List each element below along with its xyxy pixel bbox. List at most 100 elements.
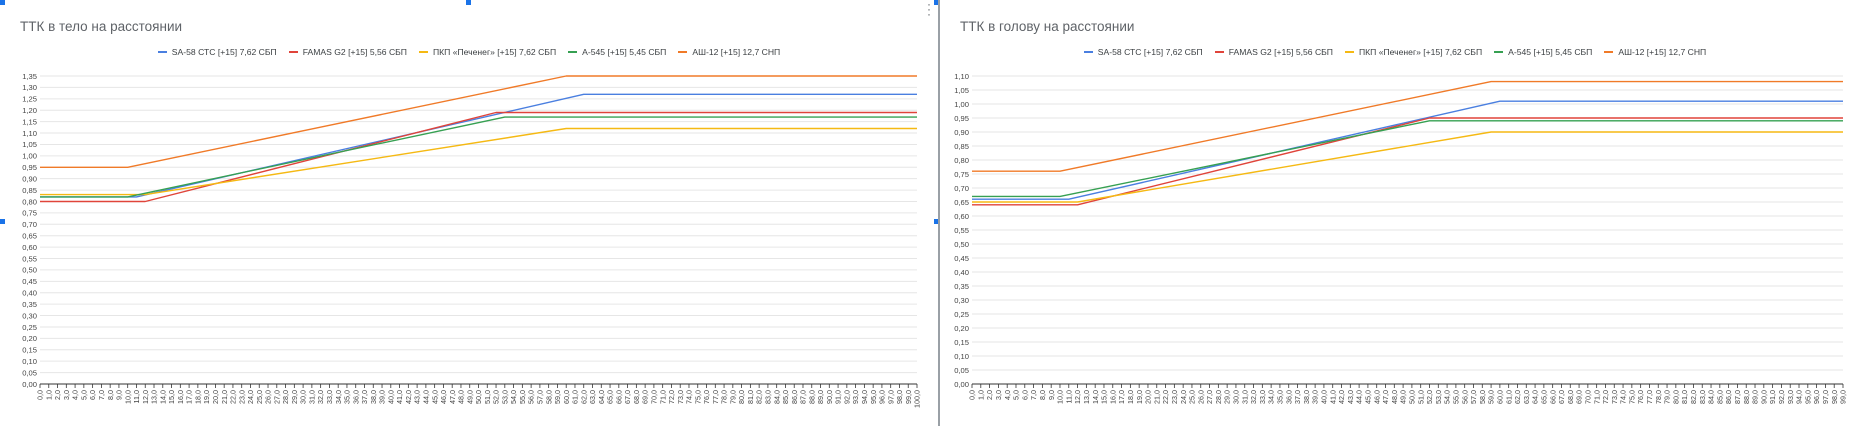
x-tick-label: 94,0 xyxy=(1795,390,1804,404)
x-tick-label: 67,0 xyxy=(1557,390,1566,404)
y-tick-label: 0,10 xyxy=(954,352,969,361)
chart-panel-body[interactable]: ТТК в тело на расстоянии SA-58 СТС [+15]… xyxy=(0,0,938,426)
x-tick-label: 27,0 xyxy=(1205,390,1214,404)
y-tick-label: 0,45 xyxy=(22,277,37,286)
x-tick-label: 54,0 xyxy=(1443,390,1452,404)
y-tick-label: 1,30 xyxy=(22,83,37,92)
x-tick-label: 57,0 xyxy=(1469,390,1478,404)
resize-handle[interactable] xyxy=(0,0,5,5)
x-tick-label: 70,0 xyxy=(1583,390,1592,404)
x-tick-label: 26,0 xyxy=(264,390,273,404)
y-tick-label: 0,65 xyxy=(954,198,969,207)
x-tick-label: 56,0 xyxy=(527,390,536,404)
x-tick-label: 78,0 xyxy=(720,390,729,404)
y-tick-label: 1,35 xyxy=(22,72,37,81)
x-tick-label: 16,0 xyxy=(176,390,185,404)
x-tick-label: 48,0 xyxy=(1390,390,1399,404)
x-tick-label: 24,0 xyxy=(246,390,255,404)
x-tick-label: 99,0 xyxy=(904,390,913,404)
x-tick-label: 12,0 xyxy=(1073,390,1082,404)
x-tick-label: 38,0 xyxy=(369,390,378,404)
x-tick-label: 48,0 xyxy=(457,390,466,404)
resize-handle[interactable] xyxy=(0,219,5,224)
x-tick-label: 96,0 xyxy=(1812,390,1821,404)
x-tick-label: 41,0 xyxy=(395,390,404,404)
y-tick-label: 0,15 xyxy=(22,346,37,355)
x-tick-label: 89,0 xyxy=(1751,390,1760,404)
x-tick-label: 2,0 xyxy=(985,390,994,400)
x-tick-label: 96,0 xyxy=(878,390,887,404)
x-tick-label: 13,0 xyxy=(150,390,159,404)
x-tick-label: 34,0 xyxy=(1267,390,1276,404)
x-tick-label: 14,0 xyxy=(1091,390,1100,404)
x-tick-label: 72,0 xyxy=(1601,390,1610,404)
x-tick-label: 50,0 xyxy=(474,390,483,404)
x-tick-label: 67,0 xyxy=(623,390,632,404)
y-tick-label: 0,30 xyxy=(954,296,969,305)
x-tick-label: 5,0 xyxy=(79,390,88,400)
x-tick-label: 76,0 xyxy=(1636,390,1645,404)
x-tick-label: 69,0 xyxy=(1575,390,1584,404)
x-tick-label: 21,0 xyxy=(1152,390,1161,404)
x-tick-label: 3,0 xyxy=(62,390,71,400)
x-tick-label: 36,0 xyxy=(1284,390,1293,404)
y-tick-label: 1,00 xyxy=(22,152,37,161)
x-tick-label: 7,0 xyxy=(1029,390,1038,400)
x-tick-label: 19,0 xyxy=(202,390,211,404)
x-tick-label: 73,0 xyxy=(676,390,685,404)
x-tick-label: 10,0 xyxy=(123,390,132,404)
x-tick-label: 64,0 xyxy=(597,390,606,404)
x-tick-label: 73,0 xyxy=(1610,390,1619,404)
x-tick-label: 30,0 xyxy=(299,390,308,404)
x-tick-label: 57,0 xyxy=(535,390,544,404)
x-tick-label: 6,0 xyxy=(1020,390,1029,400)
x-tick-label: 65,0 xyxy=(606,390,615,404)
x-tick-label: 22,0 xyxy=(1161,390,1170,404)
chart-plot-area[interactable]: 0,00 0,05 0,10 0,15 0,20 0,25 0,30 0,35 0,40 0,45… xyxy=(940,0,1850,426)
x-tick-label: 85,0 xyxy=(781,390,790,404)
y-axis: 0,00 0,05 0,10 0,15 0,20 0,25 0,30 0,35 0,40 0,45… xyxy=(954,72,969,389)
x-tick-label: 86,0 xyxy=(1724,390,1733,404)
x-tick-label: 4,0 xyxy=(1003,390,1012,400)
x-tick-label: 32,0 xyxy=(316,390,325,404)
y-tick-label: 0,05 xyxy=(22,368,37,377)
x-tick-label: 88,0 xyxy=(1742,390,1751,404)
x-axis: 0,0 1,0 2,0 3,0 4,0 5,0 6,0 7,0 8,0 9,0 10,0 11,0 12… xyxy=(968,384,1848,404)
x-tick-label: 16,0 xyxy=(1108,390,1117,404)
y-tick-label: 1,25 xyxy=(22,95,37,104)
x-tick-label: 63,0 xyxy=(1522,390,1531,404)
x-tick-label: 86,0 xyxy=(790,390,799,404)
y-tick-label: 0,25 xyxy=(22,323,37,332)
x-tick-label: 82,0 xyxy=(1689,390,1698,404)
x-tick-label: 15,0 xyxy=(1100,390,1109,404)
x-tick-label: 79,0 xyxy=(1663,390,1672,404)
x-tick-label: 45,0 xyxy=(1364,390,1373,404)
more-vert-icon[interactable]: · · · xyxy=(926,0,932,20)
x-tick-label: 40,0 xyxy=(1320,390,1329,404)
chart-panel-head[interactable]: ТТК в голову на расстоянии SA-58 СТС [+1… xyxy=(938,0,1850,426)
y-tick-label: 0,40 xyxy=(22,289,37,298)
y-tick-label: 0,75 xyxy=(22,209,37,218)
x-tick-label: 23,0 xyxy=(237,390,246,404)
x-tick-label: 9,0 xyxy=(115,390,124,400)
x-tick-label: 37,0 xyxy=(360,390,369,404)
chart-plot-area[interactable]: 0,00 0,05 0,10 0,15 0,20 0,25 0,30 0,35 0,40 0,45… xyxy=(0,0,938,426)
x-tick-label: 77,0 xyxy=(711,390,720,404)
x-tick-label: 98,0 xyxy=(1830,390,1839,404)
x-tick-label: 54,0 xyxy=(509,390,518,404)
x-tick-label: 18,0 xyxy=(1126,390,1135,404)
x-tick-label: 28,0 xyxy=(281,390,290,404)
x-tick-label: 75,0 xyxy=(693,390,702,404)
x-tick-label: 46,0 xyxy=(439,390,448,404)
resize-handle[interactable] xyxy=(466,0,471,5)
x-tick-label: 45,0 xyxy=(430,390,439,404)
x-tick-label: 66,0 xyxy=(614,390,623,404)
y-tick-label: 0,85 xyxy=(954,142,969,151)
x-tick-label: 83,0 xyxy=(1698,390,1707,404)
x-tick-label: 88,0 xyxy=(807,390,816,404)
x-tick-label: 19,0 xyxy=(1135,390,1144,404)
x-tick-label: 83,0 xyxy=(764,390,773,404)
x-tick-label: 71,0 xyxy=(658,390,667,404)
x-tick-label: 28,0 xyxy=(1214,390,1223,404)
x-tick-label: 70,0 xyxy=(650,390,659,404)
